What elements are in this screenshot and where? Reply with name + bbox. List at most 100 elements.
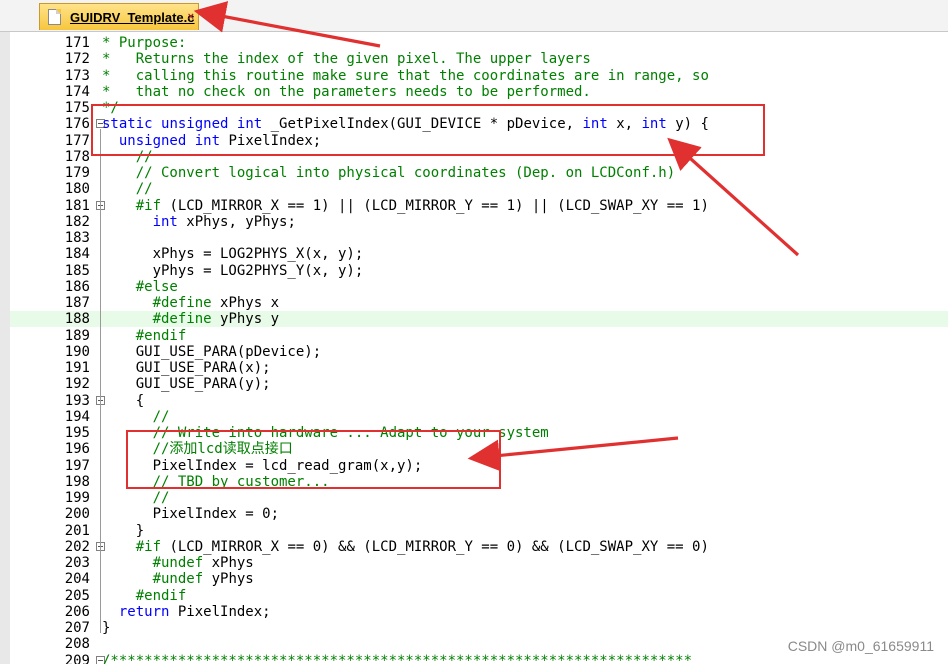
line-number: 206 <box>64 603 90 620</box>
tab-guidrv-template[interactable]: GUIDRV_Template.c × <box>39 3 199 30</box>
line-number: 172 <box>64 51 90 68</box>
code-line-172[interactable]: 172 * Returns the index of the given pixe… <box>10 51 948 67</box>
line-number: 171 <box>64 35 90 51</box>
code-text: GUI_USE_PARA(x); <box>102 360 271 376</box>
line-number: 182 <box>64 213 90 230</box>
code-text: /***************************************… <box>102 652 693 664</box>
c-file-icon <box>48 9 61 25</box>
code-text: PixelIndex = 0; <box>102 506 280 523</box>
code-text: #if (LCD_MIRROR_X == 1) || (LCD_MIRROR_Y… <box>135 197 709 214</box>
code-text: xPhys = LOG2PHYS_X(x, y); <box>102 246 364 263</box>
code-line-199[interactable]: 199 // <box>10 490 948 506</box>
line-number: 175 <box>64 100 90 116</box>
line-number: 174 <box>64 83 90 100</box>
code-text: * Returns the index of the given pixel. … <box>102 51 591 68</box>
code-text: #endif <box>135 587 187 604</box>
code-text: #undef xPhys <box>152 555 254 571</box>
tab-bar: GUIDRV_Template.c × <box>0 0 948 32</box>
code-line-204[interactable]: 204 #undef yPhys <box>10 571 948 587</box>
code-line-200[interactable]: 200 PixelIndex = 0; <box>10 506 948 522</box>
code-text: #else <box>135 278 178 295</box>
line-number: 177 <box>64 132 90 149</box>
line-number: 198 <box>64 473 90 490</box>
code-line-180[interactable]: 180 // <box>10 181 948 197</box>
line-number: 185 <box>64 262 90 279</box>
code-line-201[interactable]: 201 } <box>10 523 948 539</box>
code-text: // <box>102 181 153 198</box>
code-line-207[interactable]: 207} <box>10 620 948 636</box>
code-line-206[interactable]: 206 return PixelIndex; <box>10 604 948 620</box>
code-line-183[interactable]: 183 <box>10 230 948 246</box>
code-text: * that no check on the parameters needs … <box>102 83 591 100</box>
line-number: 180 <box>64 181 90 198</box>
close-icon[interactable]: × <box>188 4 194 30</box>
code-text: #define xPhys x <box>152 295 280 311</box>
code-line-194[interactable]: 194 // <box>10 409 948 425</box>
code-line-182[interactable]: 182 int xPhys, yPhys; <box>10 214 948 230</box>
line-number: 203 <box>64 555 90 571</box>
line-number: 186 <box>64 278 90 295</box>
watermark: CSDN @m0_61659911 <box>787 638 934 654</box>
line-number: 173 <box>64 67 90 84</box>
fold-guide <box>100 210 101 341</box>
code-text: { <box>102 392 145 409</box>
line-number: 194 <box>64 408 90 425</box>
code-text: #if (LCD_MIRROR_X == 0) && (LCD_MIRROR_Y… <box>135 538 709 555</box>
code-line-205[interactable]: 205 #endif <box>10 588 948 604</box>
code-line-191[interactable]: 191 GUI_USE_PARA(x); <box>10 360 948 376</box>
line-number: 208 <box>64 636 90 653</box>
code-line-171[interactable]: 171 * Purpose: <box>10 35 948 51</box>
code-line-188[interactable]: 188 #define yPhys y <box>10 311 948 328</box>
code-line-187[interactable]: 187 #define xPhys x <box>10 295 948 311</box>
line-number: 207 <box>64 620 90 636</box>
tab-label: GUIDRV_Template.c <box>70 10 195 25</box>
line-number: 189 <box>64 327 90 344</box>
line-number: 202 <box>64 538 90 555</box>
code-line-174[interactable]: 174 * that no check on the parameters nee… <box>10 84 948 100</box>
line-number: 195 <box>64 425 90 441</box>
line-number: 183 <box>64 230 90 246</box>
line-number: 204 <box>64 571 90 588</box>
line-number: 191 <box>64 360 90 376</box>
line-number: 209 <box>64 652 90 664</box>
code-line-186[interactable]: 186 #else <box>10 279 948 295</box>
code-line-184[interactable]: 184 xPhys = LOG2PHYS_X(x, y); <box>10 246 948 262</box>
line-number: 197 <box>64 457 90 474</box>
code-line-192[interactable]: 192 GUI_USE_PARA(y); <box>10 376 948 392</box>
line-number: 176 <box>64 116 90 133</box>
line-number: 181 <box>64 197 90 214</box>
line-number: 200 <box>64 506 90 523</box>
line-number: 190 <box>64 343 90 360</box>
code-text: } <box>102 620 111 636</box>
fold-guide <box>100 405 101 536</box>
line-number: 196 <box>64 441 90 458</box>
code-text: // <box>102 490 170 506</box>
code-line-179[interactable]: 179 // Convert logical into physical coo… <box>10 165 948 181</box>
code-line-202[interactable]: 202 #if (LCD_MIRROR_X == 0) && (LCD_MIRR… <box>10 539 948 555</box>
code-text: * Purpose: <box>102 35 187 51</box>
line-number: 178 <box>64 148 90 165</box>
line-number: 188 <box>64 311 90 328</box>
code-line-203[interactable]: 203 #undef xPhys <box>10 555 948 571</box>
code-line-209[interactable]: 209 /************************************… <box>10 653 948 664</box>
code-line-193[interactable]: 193 { <box>10 393 948 409</box>
code-text: } <box>102 522 145 539</box>
line-number: 184 <box>64 246 90 263</box>
line-number: 199 <box>64 490 90 506</box>
annotation-box-read-gram <box>126 430 501 489</box>
annotation-box-function-signature <box>91 104 765 156</box>
code-text: #undef yPhys <box>152 571 254 588</box>
code-line-185[interactable]: 185 yPhys = LOG2PHYS_Y(x, y); <box>10 263 948 279</box>
code-line-181[interactable]: 181 #if (LCD_MIRROR_X == 1) || (LCD_MIRR… <box>10 198 948 214</box>
code-line-189[interactable]: 189 #endif <box>10 328 948 344</box>
line-number: 179 <box>64 165 90 181</box>
code-text: // Convert logical into physical coordin… <box>102 165 676 181</box>
code-line-173[interactable]: 173 * calling this routine make sure that… <box>10 68 948 84</box>
fold-guide <box>100 551 101 601</box>
line-number: 187 <box>64 295 90 311</box>
code-text: int xPhys, yPhys; <box>152 213 296 230</box>
line-number: 192 <box>64 376 90 393</box>
code-text: * calling this routine make sure that th… <box>102 67 709 84</box>
line-number: 205 <box>64 587 90 604</box>
code-line-190[interactable]: 190 GUI_USE_PARA(pDevice); <box>10 344 948 360</box>
